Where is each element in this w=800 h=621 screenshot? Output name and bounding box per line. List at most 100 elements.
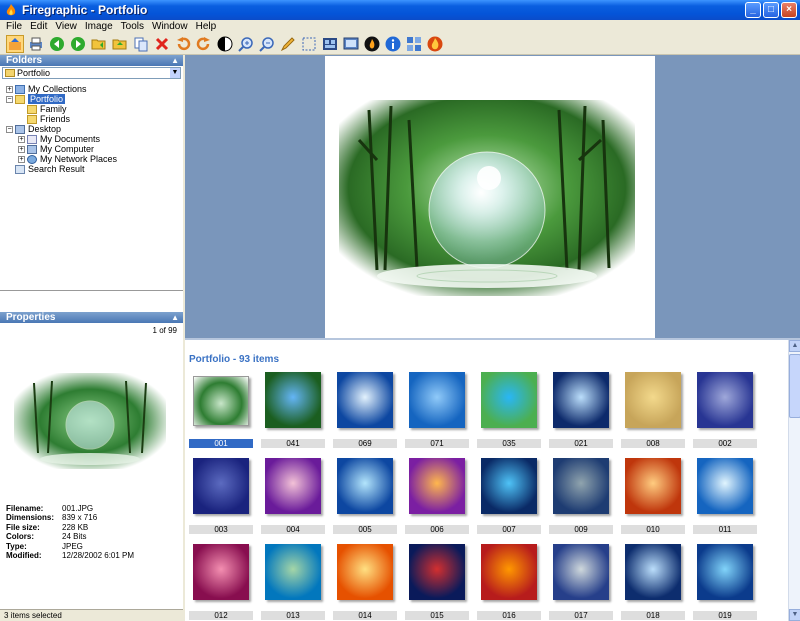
collapse-icon[interactable]: ▲ [171, 312, 179, 323]
gallery-scrollbar[interactable]: ▲ ▼ [788, 340, 800, 621]
thumbnail-image [625, 372, 681, 428]
properties-panel-header[interactable]: Properties ▲ [0, 312, 183, 323]
minimize-button[interactable]: _ [745, 2, 761, 18]
thumbnail-item[interactable]: 007 [477, 454, 541, 534]
film-strip-button[interactable] [321, 35, 339, 53]
tree-item[interactable]: Search Result [6, 164, 85, 174]
thumbnail-item[interactable]: 071 [405, 368, 469, 448]
thumbnail-item[interactable]: 035 [477, 368, 541, 448]
move-to-folder-button[interactable] [111, 35, 129, 53]
thumbnail-item[interactable]: 015 [405, 540, 469, 620]
select-button[interactable] [300, 35, 318, 53]
property-row: Colors: 24 Bits [6, 532, 86, 542]
expand-icon[interactable]: + [18, 155, 25, 163]
selected-image-preview [14, 373, 166, 469]
contrast-button[interactable] [216, 35, 234, 53]
open-folder-button[interactable] [90, 35, 108, 53]
thumbnail-item[interactable]: 010 [621, 454, 685, 534]
copy-button[interactable] [132, 35, 150, 53]
thumbnail-item[interactable]: 008 [621, 368, 685, 448]
thumbnail-item[interactable]: 005 [333, 454, 397, 534]
thumbnail-caption: 001 [189, 439, 253, 448]
folder-combo[interactable]: Portfolio ▼ [2, 67, 181, 79]
thumbnail-item[interactable]: 017 [549, 540, 613, 620]
collapse-tree-icon[interactable]: − [6, 125, 13, 133]
scroll-thumb[interactable] [789, 354, 800, 418]
scroll-down-icon[interactable]: ▼ [789, 609, 800, 621]
folders-panel-header[interactable]: Folders ▲ [0, 55, 183, 66]
thumbnail-item[interactable]: 016 [477, 540, 541, 620]
rotate-right-button[interactable] [195, 35, 213, 53]
contrast-icon [217, 36, 233, 51]
back-button[interactable] [48, 35, 66, 53]
menu-tools[interactable]: Tools [117, 21, 148, 32]
delete-button[interactable] [153, 35, 171, 53]
tree-item[interactable]: − Portfolio [6, 94, 66, 104]
collapse-tree-icon[interactable]: − [6, 95, 13, 103]
menu-file[interactable]: File [2, 21, 26, 32]
thumbnail-item[interactable]: 011 [693, 454, 757, 534]
folder-icon [27, 104, 37, 114]
thumbnail-caption: 014 [333, 611, 397, 620]
print-button[interactable] [27, 35, 45, 53]
thumbnail-image [697, 544, 753, 600]
zoom-out-button[interactable] [258, 35, 276, 53]
forward-button[interactable] [69, 35, 87, 53]
large-preview-image[interactable] [339, 100, 635, 296]
thumbnail-item[interactable]: 041 [261, 368, 325, 448]
thumbnail-item[interactable]: 021 [549, 368, 613, 448]
collapse-icon[interactable]: ▲ [171, 55, 179, 66]
firegraphic-button[interactable] [426, 35, 444, 53]
tree-item[interactable]: + My Collections [6, 84, 87, 94]
thumbnail-image [337, 372, 393, 428]
close-button[interactable]: × [781, 2, 797, 18]
tree-item-label: My Computer [40, 144, 95, 154]
tree-item[interactable]: − Desktop [6, 124, 61, 134]
thumbnail-item[interactable]: 006 [405, 454, 469, 534]
tree-item[interactable]: + My Documents [18, 134, 100, 144]
tree-item[interactable]: + My Computer [18, 144, 94, 154]
expand-icon[interactable]: + [18, 145, 25, 153]
thumbnail-item[interactable]: 018 [621, 540, 685, 620]
fire-button[interactable] [363, 35, 381, 53]
property-key: Colors: [6, 532, 34, 541]
folder-combo-value: Portfolio [17, 68, 51, 78]
layout-button[interactable] [405, 35, 423, 53]
info-button[interactable] [384, 35, 402, 53]
thumbnail-caption: 006 [405, 525, 469, 534]
tree-item-label: My Collections [28, 84, 87, 94]
menu-edit[interactable]: Edit [26, 21, 51, 32]
tree-item[interactable]: Family [18, 104, 67, 114]
thumbnail-image [697, 458, 753, 514]
tree-item[interactable]: Friends [18, 114, 70, 124]
browse-mode-button[interactable] [6, 34, 24, 53]
thumbnail-item[interactable]: 069 [333, 368, 397, 448]
rotate-left-button[interactable] [174, 35, 192, 53]
thumbnail-item[interactable]: 009 [549, 454, 613, 534]
thumbnail-item[interactable]: 001 [189, 368, 253, 448]
thumbnail-image [409, 458, 465, 514]
status-bar: 3 items selected [0, 609, 183, 621]
maximize-button[interactable]: □ [763, 2, 779, 18]
chevron-down-icon[interactable]: ▼ [170, 68, 180, 78]
tree-item[interactable]: + My Network Places [18, 154, 117, 164]
tree-item-label: Search Result [28, 164, 85, 174]
menu-window[interactable]: Window [148, 21, 192, 32]
zoom-in-button[interactable] [237, 35, 255, 53]
menu-image[interactable]: Image [81, 21, 117, 32]
scroll-up-icon[interactable]: ▲ [789, 340, 800, 352]
menu-help[interactable]: Help [192, 21, 221, 32]
expand-icon[interactable]: + [18, 135, 25, 143]
edit-button[interactable] [279, 35, 297, 53]
thumbnail-item[interactable]: 019 [693, 540, 757, 620]
firegraphic-app-icon[interactable] [4, 3, 18, 17]
thumbnail-item[interactable]: 013 [261, 540, 325, 620]
menu-view[interactable]: View [51, 21, 81, 32]
expand-icon[interactable]: + [6, 85, 13, 93]
thumbnail-item[interactable]: 002 [693, 368, 757, 448]
thumbnail-item[interactable]: 012 [189, 540, 253, 620]
thumbnail-item[interactable]: 003 [189, 454, 253, 534]
slideshow-button[interactable] [342, 35, 360, 53]
thumbnail-item[interactable]: 014 [333, 540, 397, 620]
thumbnail-item[interactable]: 004 [261, 454, 325, 534]
